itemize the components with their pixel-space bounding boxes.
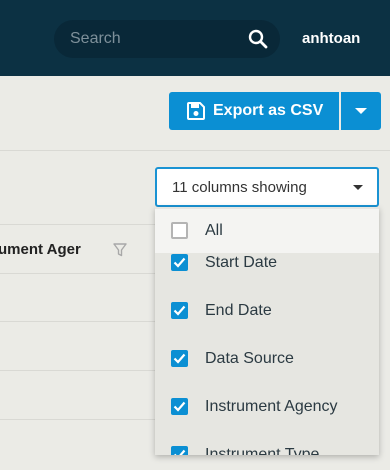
columns-select-label: 11 columns showing [172,179,307,196]
toolbar: Export as CSV [0,76,390,151]
search-icon[interactable] [248,29,268,49]
check-icon [173,305,186,316]
menu-item-instrument-agency[interactable]: Instrument Agency [155,385,379,429]
column-header-instrument-agency[interactable]: ument Ager [0,241,81,258]
menu-item-label: Data Source [205,350,294,367]
menu-item-label: Start Date [205,254,278,271]
menu-item-start-date[interactable]: Start Date [155,241,379,285]
table-header-row: ument Ager [0,224,160,274]
menu-item-label: All [205,222,223,239]
checkbox-all[interactable] [171,222,188,239]
export-button-label: Export as CSV [213,102,324,119]
save-icon [187,102,205,120]
menu-item-end-date[interactable]: End Date [155,289,379,333]
columns-dropdown-menu: All Start Date End Date Data Source Inst… [155,207,379,455]
row-divider [0,419,160,420]
check-icon [174,449,186,455]
columns-select[interactable]: 11 columns showing [155,167,379,207]
search-box[interactable]: Search [54,20,280,58]
checkbox-end-date[interactable] [171,302,188,319]
checkbox-data-source[interactable] [171,350,188,367]
page: Search anhtoan Export as CSV ument Ager [0,0,390,470]
row-divider [0,321,160,322]
menu-item-data-source[interactable]: Data Source [155,337,379,381]
checkbox-instrument-agency[interactable] [171,398,188,415]
search-input[interactable]: Search [70,30,121,48]
menu-item-label: Instrument Type [205,446,320,455]
user-menu[interactable]: anhtoan [302,30,360,47]
top-navbar: Search anhtoan [0,0,390,76]
menu-item-label: End Date [205,302,272,319]
menu-item-instrument-type[interactable]: Instrument Type [155,433,379,455]
export-csv-button[interactable]: Export as CSV [169,92,339,130]
chevron-down-icon [355,108,367,114]
chevron-down-icon [353,185,363,190]
export-options-button[interactable] [341,92,381,130]
check-icon [173,353,186,364]
checkbox-start-date[interactable] [171,254,188,271]
row-divider [0,370,160,371]
menu-item-label: Instrument Agency [205,398,338,415]
check-icon [173,401,186,412]
check-icon [173,257,186,268]
filter-icon[interactable] [113,243,127,257]
checkbox-instrument-type[interactable] [171,446,188,455]
